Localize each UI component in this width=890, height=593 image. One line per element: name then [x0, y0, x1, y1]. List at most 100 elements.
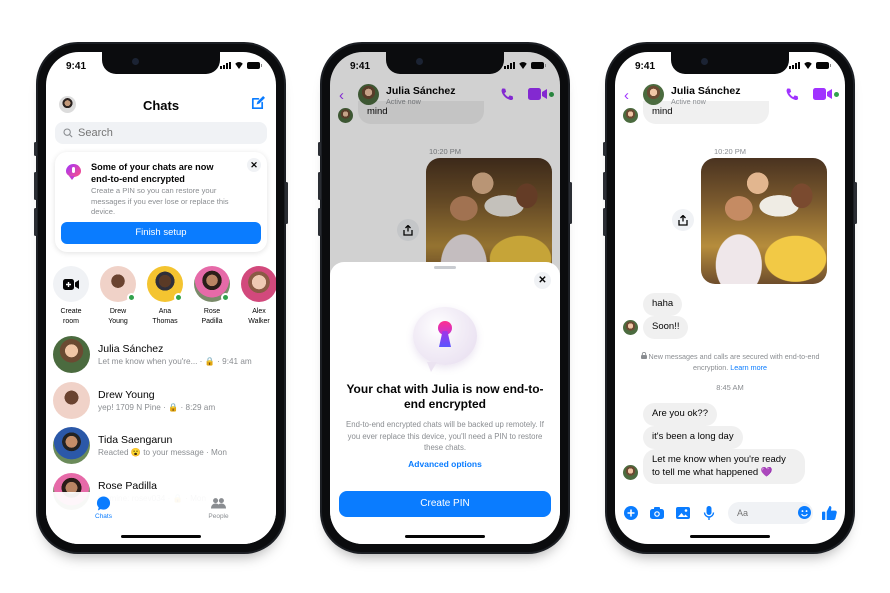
avatar: [241, 266, 276, 302]
create-pin-button[interactable]: Create PIN: [339, 491, 551, 517]
active-contact[interactable]: Rose Padilla: [194, 266, 230, 326]
phone-pin-sheet: 9:41 ‹ Julia Sánchez Active now mind 10:…: [318, 42, 572, 554]
active-contact[interactable]: Alex Walker: [241, 266, 276, 326]
notice-body: Create a PIN so you can restore your mes…: [91, 186, 229, 216]
finish-setup-button[interactable]: Finish setup: [61, 222, 261, 244]
plus-circle-icon[interactable]: [624, 506, 638, 520]
message-bubble[interactable]: Are you ok??: [643, 403, 717, 426]
contact-status: Active now: [671, 97, 706, 106]
chat-name: Julia Sánchez: [98, 343, 164, 356]
people-icon: [211, 498, 226, 509]
chat-list: Julia Sánchez Let me know when you're... …: [53, 332, 276, 514]
pin-bottom-sheet: ✕ Your chat with Julia is now end-to-end…: [330, 262, 560, 544]
chat-name: Rose Padilla: [98, 479, 157, 492]
online-indicator: [221, 293, 230, 302]
signal-icon: [220, 62, 231, 69]
battery-icon: [247, 62, 262, 69]
battery-icon: [816, 62, 831, 69]
message-bubble[interactable]: haha: [643, 293, 683, 316]
notch: [671, 52, 789, 74]
close-notice-button[interactable]: ✕: [247, 158, 261, 172]
chat-row[interactable]: Tida Saengarun Reacted 😮 to your message …: [53, 423, 276, 469]
sender-avatar: [623, 320, 638, 335]
back-chevron-icon[interactable]: ‹: [624, 88, 629, 103]
message-row: haha: [643, 293, 683, 316]
keyhole-bubble-icon: [413, 307, 477, 372]
close-sheet-button[interactable]: ✕: [534, 272, 551, 289]
video-call-icon[interactable]: [813, 88, 833, 100]
lock-icon: [640, 351, 647, 359]
share-icon: [678, 214, 688, 226]
share-button[interactable]: [397, 219, 419, 241]
contact-avatar[interactable]: [643, 84, 664, 105]
message-bubble[interactable]: Soon!!: [643, 316, 689, 339]
thumbs-up-icon[interactable]: [822, 505, 837, 520]
contact-status: Active now: [386, 97, 421, 106]
contact-name[interactable]: Julia Sánchez: [386, 85, 455, 97]
chat-row[interactable]: Drew Young yep! 1709 N Pine · 🔒 · 8:29 am: [53, 378, 276, 424]
camera-icon[interactable]: [650, 506, 664, 520]
emoji-icon[interactable]: [798, 506, 811, 519]
shared-photo[interactable]: [701, 158, 827, 284]
compose-icon[interactable]: [250, 96, 265, 111]
tab-label: People: [208, 513, 229, 520]
conversation-header: ‹ Julia Sánchez Active now: [615, 82, 845, 112]
search-input[interactable]: [78, 127, 228, 139]
message-composer: [615, 500, 845, 526]
encryption-notice: New messages and calls are secured with …: [633, 351, 827, 373]
signal-icon: [789, 62, 800, 69]
active-contact[interactable]: Ana Thomas: [147, 266, 183, 326]
microphone-icon[interactable]: [702, 506, 716, 520]
status-time: 9:41: [66, 61, 87, 72]
phone-call-icon[interactable]: [785, 87, 799, 101]
phone-conversation: 9:41 ‹ Julia Sánchez Active now mind 10:…: [603, 42, 857, 554]
back-chevron-icon[interactable]: ‹: [339, 88, 344, 103]
chat-name: Tida Saengarun: [98, 434, 173, 447]
wifi-icon: [234, 62, 244, 69]
avatar: [100, 266, 136, 302]
online-indicator: [834, 92, 839, 97]
search-icon: [63, 128, 73, 138]
active-contact[interactable]: Drew Young: [100, 266, 136, 326]
phone-call-icon[interactable]: [500, 87, 514, 101]
volume-up-button: [318, 172, 321, 200]
photo-gallery-icon[interactable]: [676, 506, 690, 520]
online-indicator: [174, 293, 183, 302]
wifi-icon: [803, 62, 813, 69]
share-button[interactable]: [672, 209, 694, 231]
story-label: Create room: [60, 308, 82, 325]
screen: 9:41 Chats Some of your chats are now: [46, 52, 276, 544]
avatar: [53, 427, 90, 465]
learn-more-link[interactable]: Learn more: [730, 363, 767, 372]
video-call-icon[interactable]: [528, 88, 548, 100]
status-time: 9:41: [350, 61, 371, 72]
screen: 9:41 ‹ Julia Sánchez Active now mind 10:…: [615, 52, 845, 544]
conversation-header: ‹ Julia Sánchez Active now: [330, 82, 560, 112]
mute-switch: [603, 142, 606, 156]
marketing-stage: 9:41 Chats Some of your chats are now: [0, 0, 890, 593]
contact-name[interactable]: Julia Sánchez: [671, 85, 740, 97]
sheet-grabber[interactable]: [434, 266, 456, 269]
message-row: Soon!!: [643, 316, 689, 339]
chat-snippet: Let me know when you're... · 🔒 · 9:41 am: [98, 357, 252, 367]
battery-icon: [531, 62, 546, 69]
chat-snippet: Reacted 😮 to your message · Mon: [98, 448, 227, 458]
sheet-body: End-to-end encrypted chats will be backe…: [346, 420, 544, 452]
power-button: [854, 182, 857, 224]
create-room-button[interactable]: Create room: [53, 266, 89, 326]
message-bubble[interactable]: it's been a long day: [643, 426, 743, 449]
contact-avatar[interactable]: [358, 84, 379, 105]
message-row: it's been a long day: [643, 426, 743, 449]
avatar: [194, 266, 230, 302]
chat-name: Drew Young: [98, 388, 155, 401]
encryption-notice-card: Some of your chats are now end-to-end en…: [55, 152, 267, 252]
encrypted-lock-icon: [66, 164, 81, 180]
avatar: [53, 336, 90, 374]
power-button: [569, 182, 572, 224]
message-bubble[interactable]: Let me know when you're ready to tell me…: [643, 449, 805, 484]
advanced-options-link[interactable]: Advanced options: [330, 459, 560, 469]
volume-up-button: [603, 172, 606, 200]
volume-down-button: [34, 208, 37, 236]
search-bar[interactable]: [55, 122, 267, 144]
chat-row[interactable]: Julia Sánchez Let me know when you're... …: [53, 332, 276, 378]
